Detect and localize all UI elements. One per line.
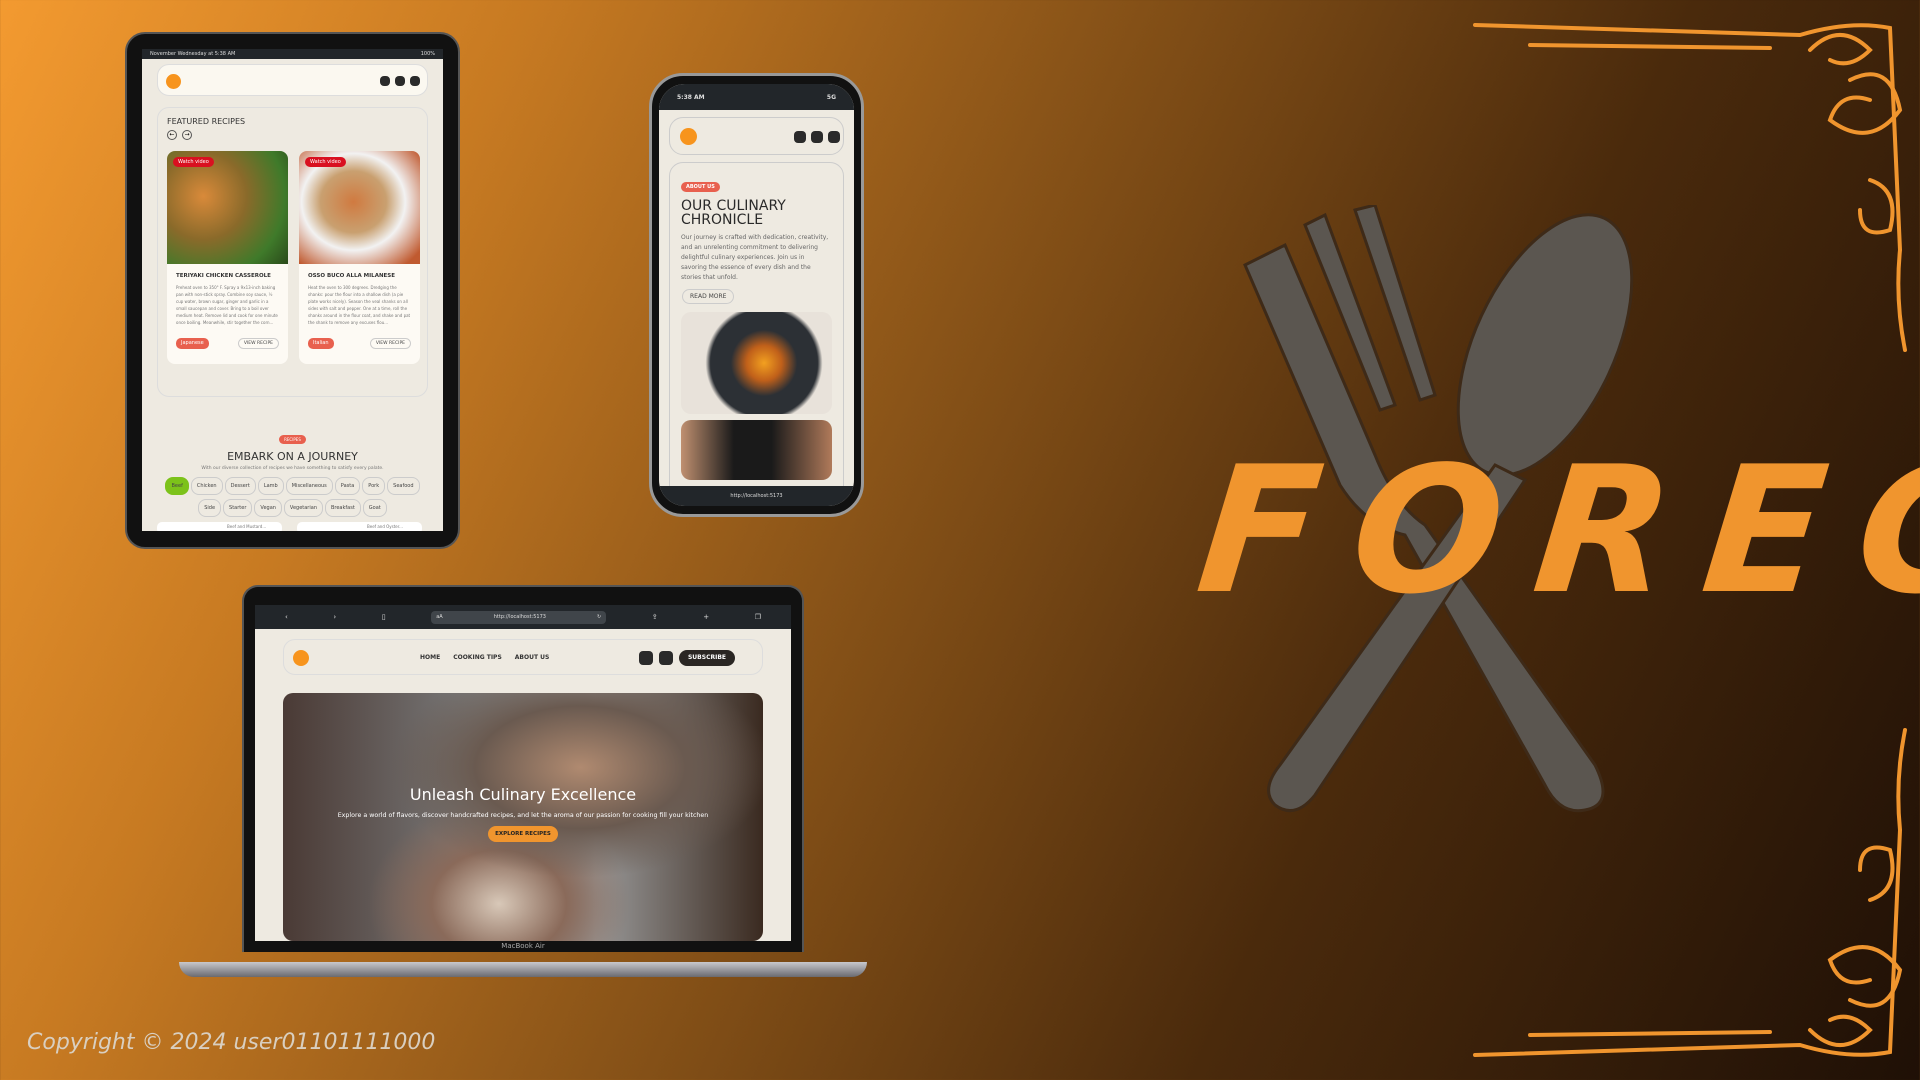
category-chip[interactable]: Lamb (257, 477, 284, 495)
subscribe-button[interactable]: SUBSCRIBE (679, 650, 735, 666)
peek-title: Beef and Oyster... (367, 524, 403, 529)
theme-icon[interactable] (395, 76, 405, 86)
theme-icon[interactable] (659, 651, 673, 665)
nav-link[interactable]: ABOUT US (515, 654, 550, 661)
category-chip[interactable]: Seafood (387, 477, 420, 495)
view-recipe-button[interactable]: VIEW RECIPE (237, 338, 279, 349)
featured-title: FEATURED RECIPES (167, 117, 246, 126)
nav-links: HOME COOKING TIPS ABOUT US (420, 654, 549, 661)
category-chip[interactable]: Goat (362, 499, 387, 517)
status-time: 5:38 AM (677, 93, 705, 101)
forward-button[interactable]: › (333, 613, 336, 621)
laptop-base (179, 962, 867, 977)
share-icon[interactable]: ⇪ (652, 613, 658, 621)
peek-title: Beef and Mustard... (227, 524, 267, 529)
category-chip[interactable]: Miscellaneous (285, 477, 333, 495)
recipe-peek-card: Beef and Mustard... (157, 522, 282, 531)
search-icon[interactable] (794, 131, 806, 143)
battery-level: 100% (420, 51, 435, 57)
recipes-section: RECIPES EMBARK ON A JOURNEY With our div… (142, 426, 443, 523)
laptop-device: ‹ › ▯ aA http://localhost:5173 ↻ ⇪ + ❐ H… (242, 585, 804, 952)
nav-link[interactable]: COOKING TIPS (453, 654, 502, 661)
recipe-card: Watch video TERIYAKI CHICKEN CASSEROLE P… (167, 151, 288, 364)
prev-arrow-button[interactable]: ← (167, 130, 177, 140)
hero-description: Explore a world of flavors, discover han… (337, 812, 709, 819)
explore-recipes-button[interactable]: EXPLORE RECIPES (488, 826, 558, 842)
category-chip[interactable]: Dessert (224, 477, 256, 495)
site-navbar: HOME COOKING TIPS ABOUT US SUBSCRIBE (283, 639, 763, 675)
brand-wordmark: FOREC (1189, 430, 1920, 633)
about-tag: ABOUT US (681, 182, 720, 192)
about-section: ABOUT US OUR CULINARY CHRONICLE Our jour… (669, 162, 844, 506)
logo-icon[interactable] (293, 650, 309, 666)
laptop-model-label: MacBook Air (501, 942, 545, 950)
category-chip[interactable]: Side (198, 499, 222, 517)
logo-icon[interactable] (680, 128, 697, 145)
category-chip[interactable]: Pork (362, 477, 386, 495)
address-bar[interactable]: aA http://localhost:5173 ↻ (431, 610, 607, 624)
bookmarks-icon[interactable]: ▯ (382, 613, 386, 621)
view-recipe-button[interactable]: VIEW RECIPE (369, 338, 411, 349)
logo-icon[interactable] (166, 74, 181, 89)
reload-icon[interactable]: ↻ (597, 614, 601, 620)
cuisine-tag[interactable]: Japanese (176, 338, 209, 349)
about-body: Our journey is crafted with dedication, … (681, 234, 829, 281)
reader-button[interactable]: aA (436, 614, 442, 620)
theme-icon[interactable] (811, 131, 823, 143)
phone-device: 5:38 AM 5G ABOUT US OUR CULINARY CHRONIC… (649, 73, 864, 517)
copyright: Copyright © 2024 user01101111000 (27, 1030, 436, 1055)
section-title: EMBARK ON A JOURNEY (227, 450, 358, 463)
status-time: November Wednesday at 5:38 AM (150, 51, 236, 57)
tablet-navbar (157, 64, 428, 96)
tabs-icon[interactable]: ❐ (755, 613, 761, 621)
category-chip[interactable]: Vegan (254, 499, 282, 517)
category-chip[interactable]: Chicken (190, 477, 223, 495)
tablet-device: November Wednesday at 5:38 AM 100% FEATU… (125, 32, 460, 549)
url-bar[interactable]: http://localhost:5173 (659, 486, 854, 506)
hero-banner: Unleash Culinary Excellence Explore a wo… (283, 693, 763, 941)
status-bar: November Wednesday at 5:38 AM 100% (142, 49, 443, 59)
category-chip[interactable]: Vegetarian (283, 499, 323, 517)
status-bar: 5:38 AM 5G (659, 84, 854, 110)
laptop-screen: ‹ › ▯ aA http://localhost:5173 ↻ ⇪ + ❐ H… (255, 605, 791, 941)
network-indicator: 5G (826, 93, 836, 101)
watch-video-badge[interactable]: Watch video (173, 157, 214, 167)
cuisine-tag[interactable]: Italian (308, 338, 334, 349)
category-chip[interactable]: Pasta (334, 477, 361, 495)
search-icon[interactable] (380, 76, 390, 86)
url-text: http://localhost:5173 (493, 614, 546, 620)
recipe-title: TERIYAKI CHICKEN CASSEROLE (176, 273, 271, 279)
hero-title: Unleash Culinary Excellence (409, 785, 637, 804)
recipe-card: Watch video OSSO BUCO ALLA MILANESE Heat… (299, 151, 420, 364)
next-arrow-button[interactable]: → (182, 130, 192, 140)
recipe-image (299, 151, 420, 264)
menu-icon[interactable] (410, 76, 420, 86)
tablet-screen: November Wednesday at 5:38 AM 100% FEATU… (142, 49, 443, 531)
dish-image (681, 312, 832, 414)
chef-image (681, 420, 832, 480)
category-filters: Beef Chicken Dessert Lamb Miscellaneous Pasta… (142, 471, 443, 523)
category-chip[interactable]: Breakfast (324, 499, 361, 517)
back-button[interactable]: ‹ (285, 613, 288, 621)
browser-toolbar: ‹ › ▯ aA http://localhost:5173 ↻ ⇪ + ❐ (255, 605, 791, 629)
nav-link[interactable]: HOME (420, 654, 440, 661)
phone-navbar (669, 117, 844, 155)
recipe-image (167, 151, 288, 264)
watch-video-badge[interactable]: Watch video (305, 157, 346, 167)
category-chip[interactable]: Beef (165, 477, 189, 495)
recipe-description: Heat the oven to 300 degrees. Dredging t… (308, 285, 411, 325)
search-icon[interactable] (639, 651, 653, 665)
menu-icon[interactable] (828, 131, 840, 143)
featured-section: FEATURED RECIPES ← → Watch video TERIYAK… (157, 107, 428, 397)
url-text: http://localhost:5173 (730, 493, 783, 499)
section-tag: RECIPES (279, 435, 306, 444)
about-title: OUR CULINARY CHRONICLE (681, 198, 786, 228)
category-chip[interactable]: Starter (223, 499, 253, 517)
phone-screen: 5:38 AM 5G ABOUT US OUR CULINARY CHRONIC… (659, 84, 854, 506)
recipe-title: OSSO BUCO ALLA MILANESE (308, 273, 396, 279)
recipe-description: Preheat oven to 350° F. Spray a 9x13-inc… (176, 285, 278, 325)
read-more-button[interactable]: READ MORE (682, 289, 735, 304)
new-tab-icon[interactable]: + (703, 613, 709, 621)
recipe-peek-card: Beef and Oyster... (297, 522, 422, 531)
